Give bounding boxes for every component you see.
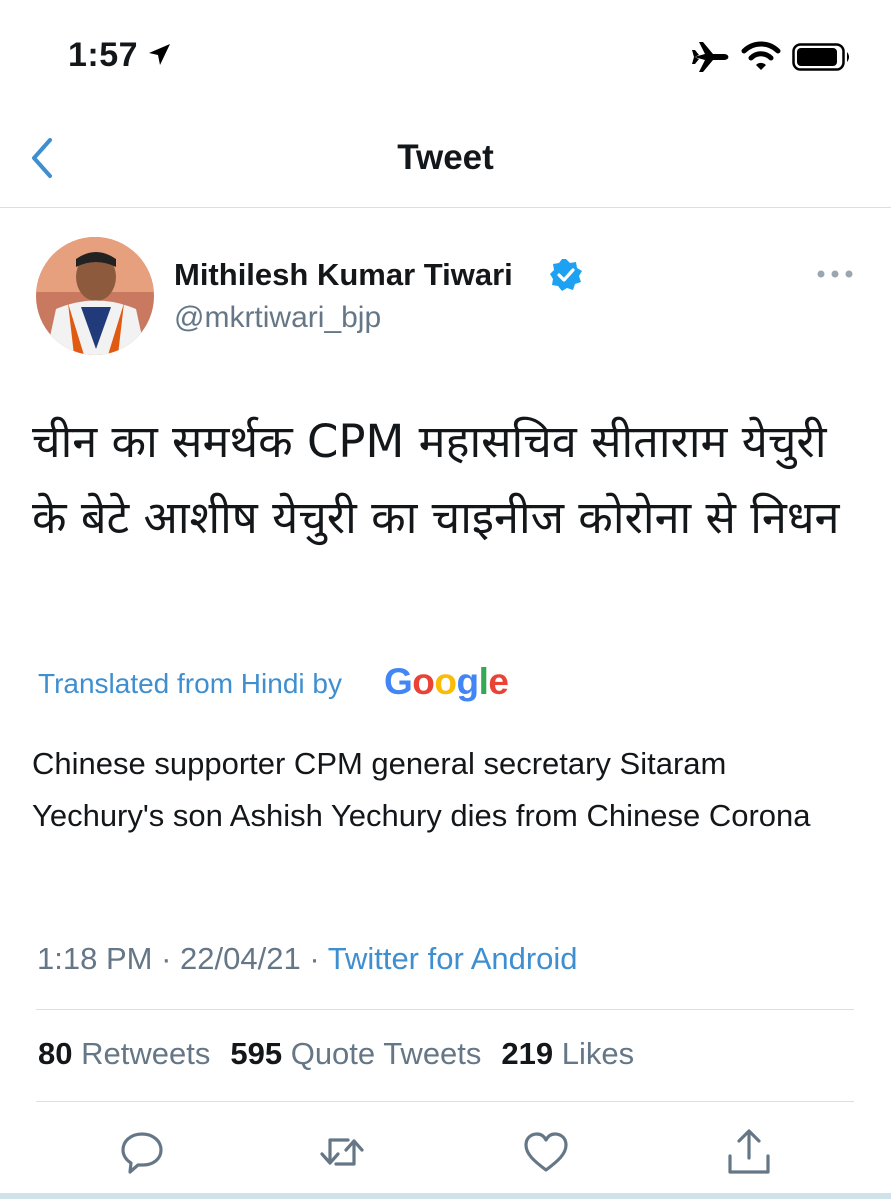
verified-badge-icon: [550, 259, 582, 291]
tweet-stats: 80 Retweets 595 Quote Tweets 219 Likes: [38, 1036, 634, 1072]
likes-stat[interactable]: 219 Likes: [501, 1036, 634, 1071]
likes-label: Likes: [561, 1036, 635, 1071]
tweet-translation: Chinese supporter CPM general secretary …: [32, 746, 811, 833]
author-handle[interactable]: @mkrtiwari_bjp: [174, 301, 381, 335]
tweet-date: 22/04/21: [180, 941, 301, 976]
google-logo: Google: [384, 661, 509, 702]
retweets-stat[interactable]: 80 Retweets: [38, 1036, 210, 1071]
quotes-label: Quote Tweets: [290, 1036, 482, 1071]
meta-separator: ·: [309, 941, 320, 976]
more-icon[interactable]: [816, 264, 854, 284]
retweets-count: 80: [38, 1036, 73, 1071]
divider: [36, 1009, 854, 1010]
reply-icon[interactable]: [118, 1128, 166, 1176]
battery-icon: [792, 43, 849, 71]
likes-count: 219: [501, 1036, 554, 1071]
meta-separator: ·: [161, 941, 172, 976]
location-arrow-icon: [149, 44, 170, 65]
status-bar: 1:57: [0, 0, 891, 110]
like-icon[interactable]: [522, 1128, 570, 1176]
share-icon[interactable]: [725, 1128, 773, 1176]
translated-label[interactable]: Translated from Hindi by: [38, 668, 342, 700]
divider: [36, 1101, 854, 1102]
tweet-source-link[interactable]: Twitter for Android: [328, 941, 578, 976]
author-name[interactable]: Mithilesh Kumar Tiwari: [174, 257, 513, 293]
page-title: Tweet: [397, 138, 494, 177]
airplane-icon: [692, 42, 729, 72]
retweet-icon[interactable]: [318, 1128, 366, 1176]
tweet-time: 1:18 PM: [37, 941, 153, 976]
nav-bar: Tweet: [0, 110, 891, 208]
wifi-icon: [741, 41, 781, 70]
bottom-edge: [0, 1193, 891, 1199]
retweets-label: Retweets: [81, 1036, 211, 1071]
tweet-text: चीन का समर्थक CPM महासचिव सीताराम येचुरी…: [32, 415, 840, 544]
quote-tweets-stat[interactable]: 595 Quote Tweets: [230, 1036, 481, 1071]
tweet-meta: 1:18 PM · 22/04/21 · Twitter for Android: [37, 941, 578, 977]
quotes-count: 595: [230, 1036, 283, 1071]
status-time: 1:57: [68, 36, 139, 74]
avatar[interactable]: [36, 237, 154, 355]
